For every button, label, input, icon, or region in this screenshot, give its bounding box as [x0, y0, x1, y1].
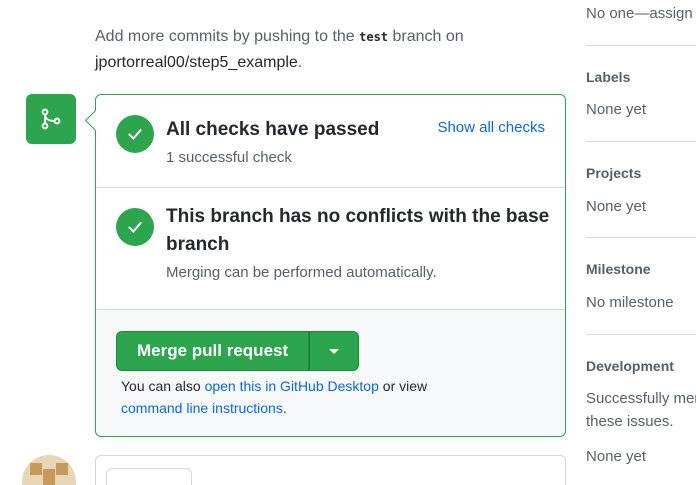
git-merge-icon-glyph [41, 108, 61, 130]
projects-heading[interactable]: Projects [586, 165, 696, 181]
check-icon [116, 115, 154, 153]
check-icon [116, 208, 154, 246]
repo-name: jportorreal00/step5_example [95, 54, 298, 71]
milestone-heading[interactable]: Milestone [586, 261, 696, 277]
show-all-checks-link[interactable]: Show all checks [437, 119, 545, 136]
development-value: None yet [586, 448, 647, 465]
conflicts-title: This branch has no conflicts with the ba… [166, 206, 550, 255]
branch-name: test [359, 30, 389, 44]
merge-section: Merge pull request You can also open thi… [96, 310, 565, 436]
projects-value: None yet [586, 198, 647, 215]
command-line-instructions-link[interactable]: command line instructions [121, 400, 283, 416]
merge-status-box: All checks have passed 1 successful chec… [95, 94, 566, 437]
conflicts-section: This branch has no conflicts with the ba… [96, 188, 565, 310]
open-github-desktop-link[interactable]: open this in GitHub Desktop [205, 378, 379, 394]
checks-subtitle: 1 successful check [166, 149, 292, 166]
comment-editor [95, 455, 566, 485]
tab-write[interactable] [106, 468, 192, 485]
avatar[interactable] [22, 455, 76, 485]
development-line-1: Successfully merg [586, 390, 696, 407]
labels-value: None yet [586, 101, 647, 118]
milestone-value: No milestone [586, 294, 674, 311]
checks-title: All checks have passed [166, 119, 380, 140]
git-merge-icon [26, 94, 76, 144]
development-line-2: these issues. [586, 413, 674, 430]
development-heading[interactable]: Development [586, 358, 696, 374]
sidebar-divider [586, 334, 696, 335]
triangle-down-icon [329, 348, 340, 354]
merge-options-dropdown[interactable] [309, 331, 360, 371]
checks-section: All checks have passed 1 successful chec… [96, 95, 565, 188]
assignees-value[interactable]: No one—assign [586, 5, 696, 22]
merge-alternatives-text: You can also open this in GitHub Desktop… [121, 378, 428, 416]
merge-pull-request-button[interactable]: Merge pull request [116, 331, 310, 371]
sidebar-divider [586, 237, 696, 238]
sidebar-divider [586, 141, 696, 142]
labels-heading[interactable]: Labels [586, 69, 696, 85]
sidebar-divider [586, 45, 696, 46]
conflicts-subtitle: Merging can be performed automatically. [166, 264, 437, 281]
merge-button-group: Merge pull request [116, 331, 360, 371]
push-commits-note: Add more commits by pushing to the test … [95, 28, 464, 71]
